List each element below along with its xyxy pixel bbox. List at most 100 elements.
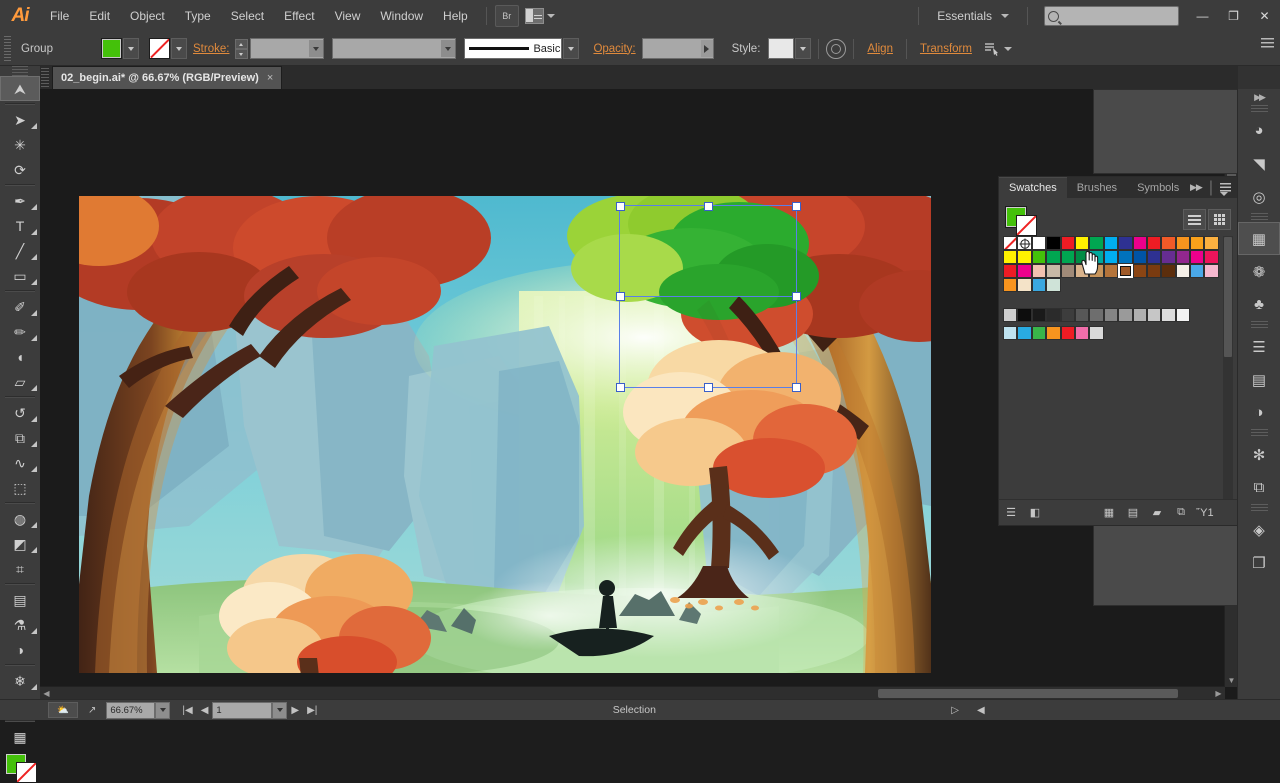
stroke-none-swatch[interactable] bbox=[149, 38, 170, 59]
swatch-color[interactable] bbox=[1175, 236, 1191, 250]
swatch-color[interactable] bbox=[1161, 264, 1176, 278]
swatch-color[interactable] bbox=[1146, 236, 1162, 250]
dock-group-gripper[interactable] bbox=[1238, 321, 1280, 330]
menu-help[interactable]: Help bbox=[433, 0, 478, 32]
swatch-color[interactable] bbox=[1089, 264, 1104, 278]
pathfinder-panel-icon[interactable]: ⧉ bbox=[1238, 471, 1280, 504]
lasso-tool[interactable]: ⟳ bbox=[0, 157, 40, 182]
fill-swatch-button[interactable] bbox=[101, 38, 122, 59]
gradient-tool[interactable]: ▤ bbox=[0, 587, 40, 612]
dock-group-gripper[interactable] bbox=[1238, 504, 1280, 513]
brush-definition-combo[interactable]: Basic bbox=[464, 38, 563, 59]
swatch-color[interactable] bbox=[1118, 236, 1133, 250]
swatch-color[interactable] bbox=[1060, 236, 1075, 250]
swatch-color[interactable] bbox=[1003, 308, 1018, 322]
swatch-color[interactable] bbox=[1017, 250, 1032, 264]
fill-dropdown-arrow[interactable] bbox=[123, 38, 139, 59]
swatch-color[interactable] bbox=[1017, 278, 1032, 292]
horizontal-scroll-thumb[interactable] bbox=[878, 689, 1178, 698]
color-guide-panel-icon[interactable]: ◥ bbox=[1238, 147, 1280, 180]
new-folder[interactable]: ▰ bbox=[1145, 502, 1169, 524]
swatch-color[interactable] bbox=[1190, 264, 1205, 278]
minimize-button[interactable]: — bbox=[1187, 0, 1218, 32]
stroke-weight-combo[interactable] bbox=[250, 38, 325, 59]
panel-fill-stroke-indicator[interactable] bbox=[1005, 205, 1037, 236]
appearance-panel-icon[interactable]: ◎ bbox=[1238, 180, 1280, 213]
swatch-color[interactable] bbox=[1031, 250, 1047, 264]
swatch-color[interactable] bbox=[1190, 250, 1205, 264]
zoom-level-field[interactable]: 66.67% bbox=[106, 701, 156, 719]
eraser-tool[interactable]: ▱ bbox=[0, 369, 40, 394]
swatches-panel[interactable]: Swatches Brushes Symbols ▶▶ | ☰ ◧ ▦ ▤ ▰ … bbox=[998, 176, 1238, 526]
close-icon[interactable]: × bbox=[267, 72, 273, 84]
selection-tool[interactable]: ⮝ bbox=[0, 76, 40, 101]
share-icon[interactable]: ↗ bbox=[84, 705, 100, 716]
swatch-color[interactable] bbox=[1074, 264, 1090, 278]
swatch-color[interactable] bbox=[1161, 250, 1176, 264]
swatch-color[interactable] bbox=[1161, 308, 1176, 322]
artboard-number-field[interactable]: 1 bbox=[212, 701, 273, 719]
symbol-sprayer-tool[interactable]: ❄ bbox=[0, 668, 40, 693]
restore-button[interactable]: ❐ bbox=[1218, 0, 1249, 32]
collapsed-panel-bottom[interactable] bbox=[1093, 524, 1240, 606]
blend-tool[interactable]: ◑ bbox=[0, 637, 40, 662]
menu-view[interactable]: View bbox=[325, 0, 371, 32]
status-menu-icon[interactable]: ▷ bbox=[947, 705, 963, 716]
swatch-color[interactable] bbox=[1175, 308, 1191, 322]
swatch-color[interactable] bbox=[1031, 264, 1047, 278]
canvas-horizontal-scrollbar[interactable]: ◀ ▶ bbox=[40, 686, 1225, 700]
menu-object[interactable]: Object bbox=[120, 0, 175, 32]
tools-fill-stroke[interactable] bbox=[0, 753, 40, 783]
swatch-color[interactable] bbox=[1003, 278, 1018, 292]
stroke-control[interactable] bbox=[149, 38, 187, 59]
delete-swatch[interactable]: Ὕ1 bbox=[1193, 502, 1217, 524]
document-tab[interactable]: 02_begin.ai* @ 66.67% (RGB/Preview) × bbox=[52, 66, 283, 89]
swatch-color[interactable] bbox=[1074, 236, 1090, 250]
swatch-color[interactable] bbox=[1060, 264, 1075, 278]
swatch-color[interactable] bbox=[1017, 308, 1032, 322]
swatch-color[interactable] bbox=[1003, 250, 1018, 264]
type-tool[interactable]: T bbox=[0, 213, 40, 238]
swatch-color[interactable] bbox=[1103, 236, 1119, 250]
swatch-color[interactable] bbox=[1089, 250, 1104, 264]
next-artboard-icon[interactable]: ▶ bbox=[287, 705, 303, 716]
swatch-registration[interactable] bbox=[1017, 236, 1032, 250]
swatch-color[interactable] bbox=[1046, 250, 1061, 264]
swatch-color[interactable] bbox=[1089, 236, 1104, 250]
swatch-color[interactable] bbox=[1046, 264, 1061, 278]
swatch-color[interactable] bbox=[1046, 278, 1061, 292]
swatch-color[interactable] bbox=[1031, 308, 1047, 322]
grid-view-icon[interactable] bbox=[1208, 209, 1231, 230]
show-swatch-kinds-menu[interactable]: ◧ bbox=[1023, 502, 1047, 524]
swatch-color[interactable] bbox=[1161, 236, 1176, 250]
swatch-color[interactable] bbox=[1060, 326, 1075, 340]
panel-menu-icon[interactable] bbox=[1261, 38, 1274, 49]
menu-select[interactable]: Select bbox=[221, 0, 274, 32]
stroke-weight-stepper[interactable] bbox=[235, 38, 249, 59]
stroke-panel-icon[interactable]: ☰ bbox=[1238, 330, 1280, 363]
stroke-weight-label[interactable]: Stroke: bbox=[187, 43, 235, 55]
last-artboard-icon[interactable]: ▶| bbox=[303, 705, 321, 716]
cloud-sync-icon[interactable]: ⛅ bbox=[48, 702, 78, 718]
bridge-icon[interactable]: Br bbox=[494, 5, 519, 27]
paintbrush-tool[interactable]: ✐ bbox=[0, 294, 40, 319]
menu-file[interactable]: File bbox=[40, 0, 79, 32]
shape-builder-tool[interactable]: ◍ bbox=[0, 506, 40, 531]
artboard-tool[interactable]: ▦ bbox=[0, 724, 40, 749]
tab-symbols[interactable]: Symbols bbox=[1127, 177, 1189, 198]
swatch-color[interactable] bbox=[1118, 250, 1133, 264]
artboards-panel-icon[interactable]: ❐ bbox=[1238, 546, 1280, 579]
swatch-color[interactable] bbox=[1003, 264, 1018, 278]
recolor-artwork-icon[interactable] bbox=[826, 38, 847, 59]
swatch-color[interactable] bbox=[1017, 326, 1032, 340]
swatch-color[interactable] bbox=[1204, 264, 1219, 278]
tab-swatches[interactable]: Swatches bbox=[999, 177, 1067, 198]
swatch-color[interactable] bbox=[1118, 308, 1133, 322]
gradient-panel-icon[interactable]: ▤ bbox=[1238, 363, 1280, 396]
dock-group-gripper[interactable] bbox=[1238, 213, 1280, 222]
swatch-color[interactable] bbox=[1060, 308, 1075, 322]
close-button[interactable]: ✕ bbox=[1249, 0, 1280, 32]
swatch-color[interactable] bbox=[1132, 308, 1147, 322]
menu-edit[interactable]: Edit bbox=[79, 0, 120, 32]
swatches-scroll-thumb[interactable] bbox=[1224, 237, 1232, 357]
